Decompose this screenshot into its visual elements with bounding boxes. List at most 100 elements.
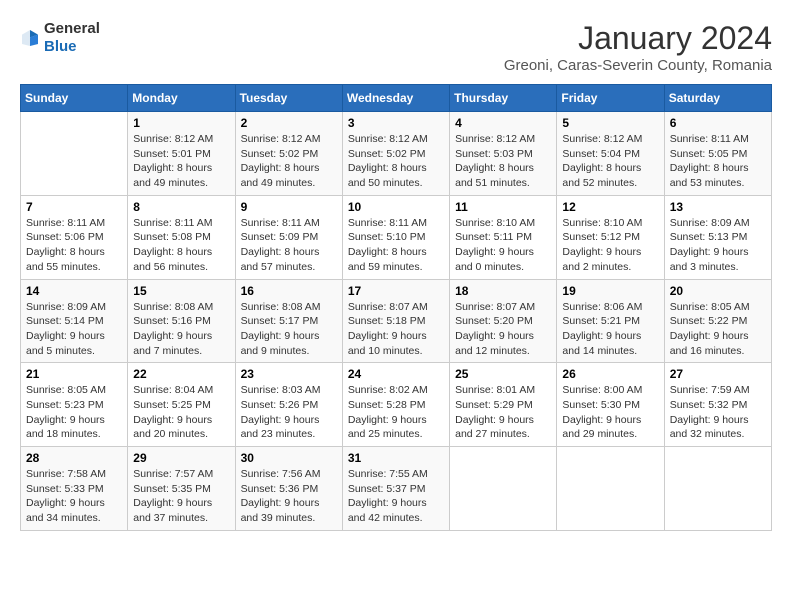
day-number: 7 bbox=[26, 200, 122, 214]
day-number: 16 bbox=[241, 284, 337, 298]
day-number: 24 bbox=[348, 367, 444, 381]
day-info: Sunrise: 8:01 AMSunset: 5:29 PMDaylight:… bbox=[455, 383, 551, 442]
calendar-cell: 31 Sunrise: 7:55 AMSunset: 5:37 PMDayligh… bbox=[342, 447, 449, 531]
day-info: Sunrise: 8:05 AMSunset: 5:23 PMDaylight:… bbox=[26, 383, 122, 442]
calendar-cell: 29 Sunrise: 7:57 AMSunset: 5:35 PMDayligh… bbox=[128, 447, 235, 531]
day-number: 10 bbox=[348, 200, 444, 214]
calendar-cell bbox=[557, 447, 664, 531]
calendar-cell: 21 Sunrise: 8:05 AMSunset: 5:23 PMDayligh… bbox=[21, 363, 128, 447]
calendar-cell: 12 Sunrise: 8:10 AMSunset: 5:12 PMDayligh… bbox=[557, 195, 664, 279]
calendar-cell: 13 Sunrise: 8:09 AMSunset: 5:13 PMDayligh… bbox=[664, 195, 771, 279]
day-info: Sunrise: 8:12 AMSunset: 5:04 PMDaylight:… bbox=[562, 132, 658, 191]
day-info: Sunrise: 8:10 AMSunset: 5:11 PMDaylight:… bbox=[455, 216, 551, 275]
day-info: Sunrise: 8:04 AMSunset: 5:25 PMDaylight:… bbox=[133, 383, 229, 442]
calendar-cell: 22 Sunrise: 8:04 AMSunset: 5:25 PMDayligh… bbox=[128, 363, 235, 447]
calendar-cell: 17Sunrise: 8:07 AMSunset: 5:18 PMDayligh… bbox=[342, 279, 449, 363]
logo-blue: Blue bbox=[44, 38, 77, 55]
column-header-saturday: Saturday bbox=[664, 85, 771, 112]
day-number: 29 bbox=[133, 451, 229, 465]
column-header-wednesday: Wednesday bbox=[342, 85, 449, 112]
day-info: Sunrise: 8:03 AMSunset: 5:26 PMDaylight:… bbox=[241, 383, 337, 442]
day-number: 30 bbox=[241, 451, 337, 465]
day-number: 28 bbox=[26, 451, 122, 465]
calendar-cell: 9Sunrise: 8:11 AMSunset: 5:09 PMDaylight… bbox=[235, 195, 342, 279]
day-number: 18 bbox=[455, 284, 551, 298]
calendar-cell: 1Sunrise: 8:12 AMSunset: 5:01 PMDaylight… bbox=[128, 112, 235, 196]
calendar-cell: 23Sunrise: 8:03 AMSunset: 5:26 PMDayligh… bbox=[235, 363, 342, 447]
day-number: 5 bbox=[562, 116, 658, 130]
day-info: Sunrise: 8:11 AMSunset: 5:10 PMDaylight:… bbox=[348, 216, 444, 275]
calendar-cell: 26Sunrise: 8:00 AMSunset: 5:30 PMDayligh… bbox=[557, 363, 664, 447]
day-number: 21 bbox=[26, 367, 122, 381]
logo-text: General Blue bbox=[44, 20, 100, 56]
day-info: Sunrise: 8:07 AMSunset: 5:20 PMDaylight:… bbox=[455, 300, 551, 359]
day-number: 19 bbox=[562, 284, 658, 298]
calendar-cell: 18 Sunrise: 8:07 AMSunset: 5:20 PMDayligh… bbox=[450, 279, 557, 363]
column-header-monday: Monday bbox=[128, 85, 235, 112]
day-info: Sunrise: 8:07 AMSunset: 5:18 PMDaylight:… bbox=[348, 300, 444, 359]
column-header-sunday: Sunday bbox=[21, 85, 128, 112]
day-info: Sunrise: 8:11 AMSunset: 5:08 PMDaylight:… bbox=[133, 216, 229, 275]
column-header-friday: Friday bbox=[557, 85, 664, 112]
calendar-cell: 11 Sunrise: 8:10 AMSunset: 5:11 PMDayligh… bbox=[450, 195, 557, 279]
month-title: January 2024 bbox=[504, 20, 772, 57]
subtitle: Greoni, Caras-Severin County, Romania bbox=[504, 57, 772, 74]
day-number: 20 bbox=[670, 284, 766, 298]
day-info: Sunrise: 7:57 AMSunset: 5:35 PMDaylight:… bbox=[133, 467, 229, 526]
day-number: 6 bbox=[670, 116, 766, 130]
day-info: Sunrise: 7:58 AMSunset: 5:33 PMDaylight:… bbox=[26, 467, 122, 526]
day-number: 2 bbox=[241, 116, 337, 130]
day-info: Sunrise: 8:10 AMSunset: 5:12 PMDaylight:… bbox=[562, 216, 658, 275]
day-number: 4 bbox=[455, 116, 551, 130]
calendar-week-1: 1Sunrise: 8:12 AMSunset: 5:01 PMDaylight… bbox=[21, 112, 772, 196]
calendar-week-5: 28 Sunrise: 7:58 AMSunset: 5:33 PMDayligh… bbox=[21, 447, 772, 531]
day-info: Sunrise: 7:56 AMSunset: 5:36 PMDaylight:… bbox=[241, 467, 337, 526]
day-number: 12 bbox=[562, 200, 658, 214]
day-info: Sunrise: 8:12 AMSunset: 5:02 PMDaylight:… bbox=[241, 132, 337, 191]
calendar-week-3: 14Sunrise: 8:09 AMSunset: 5:14 PMDayligh… bbox=[21, 279, 772, 363]
day-number: 1 bbox=[133, 116, 229, 130]
calendar-cell: 28 Sunrise: 7:58 AMSunset: 5:33 PMDayligh… bbox=[21, 447, 128, 531]
calendar-cell: 27 Sunrise: 7:59 AMSunset: 5:32 PMDayligh… bbox=[664, 363, 771, 447]
calendar-cell: 15Sunrise: 8:08 AMSunset: 5:16 PMDayligh… bbox=[128, 279, 235, 363]
title-area: January 2024 Greoni, Caras-Severin Count… bbox=[504, 20, 772, 74]
calendar-cell: 25Sunrise: 8:01 AMSunset: 5:29 PMDayligh… bbox=[450, 363, 557, 447]
day-info: Sunrise: 8:12 AMSunset: 5:02 PMDaylight:… bbox=[348, 132, 444, 191]
calendar-cell: 14Sunrise: 8:09 AMSunset: 5:14 PMDayligh… bbox=[21, 279, 128, 363]
calendar-table: SundayMondayTuesdayWednesdayThursdayFrid… bbox=[20, 84, 772, 531]
day-info: Sunrise: 8:11 AMSunset: 5:09 PMDaylight:… bbox=[241, 216, 337, 275]
calendar-cell: 16 Sunrise: 8:08 AMSunset: 5:17 PMDayligh… bbox=[235, 279, 342, 363]
day-info: Sunrise: 8:06 AMSunset: 5:21 PMDaylight:… bbox=[562, 300, 658, 359]
day-info: Sunrise: 8:08 AMSunset: 5:16 PMDaylight:… bbox=[133, 300, 229, 359]
logo: General Blue bbox=[20, 20, 100, 56]
day-info: Sunrise: 8:02 AMSunset: 5:28 PMDaylight:… bbox=[348, 383, 444, 442]
calendar-week-4: 21 Sunrise: 8:05 AMSunset: 5:23 PMDayligh… bbox=[21, 363, 772, 447]
calendar-cell: 20 Sunrise: 8:05 AMSunset: 5:22 PMDayligh… bbox=[664, 279, 771, 363]
calendar-cell: 24 Sunrise: 8:02 AMSunset: 5:28 PMDayligh… bbox=[342, 363, 449, 447]
day-number: 27 bbox=[670, 367, 766, 381]
day-info: Sunrise: 7:59 AMSunset: 5:32 PMDaylight:… bbox=[670, 383, 766, 442]
day-number: 22 bbox=[133, 367, 229, 381]
day-number: 31 bbox=[348, 451, 444, 465]
day-info: Sunrise: 8:09 AMSunset: 5:13 PMDaylight:… bbox=[670, 216, 766, 275]
day-info: Sunrise: 7:55 AMSunset: 5:37 PMDaylight:… bbox=[348, 467, 444, 526]
day-info: Sunrise: 8:08 AMSunset: 5:17 PMDaylight:… bbox=[241, 300, 337, 359]
day-number: 3 bbox=[348, 116, 444, 130]
column-header-tuesday: Tuesday bbox=[235, 85, 342, 112]
calendar-cell: 4 Sunrise: 8:12 AMSunset: 5:03 PMDaylight… bbox=[450, 112, 557, 196]
calendar-cell: 2 Sunrise: 8:12 AMSunset: 5:02 PMDaylight… bbox=[235, 112, 342, 196]
day-info: Sunrise: 8:12 AMSunset: 5:03 PMDaylight:… bbox=[455, 132, 551, 191]
calendar-cell: 3 Sunrise: 8:12 AMSunset: 5:02 PMDaylight… bbox=[342, 112, 449, 196]
logo-general: General bbox=[44, 20, 100, 37]
day-info: Sunrise: 8:11 AMSunset: 5:05 PMDaylight:… bbox=[670, 132, 766, 191]
day-info: Sunrise: 8:09 AMSunset: 5:14 PMDaylight:… bbox=[26, 300, 122, 359]
day-number: 8 bbox=[133, 200, 229, 214]
calendar-cell bbox=[450, 447, 557, 531]
calendar-cell: 5 Sunrise: 8:12 AMSunset: 5:04 PMDaylight… bbox=[557, 112, 664, 196]
calendar-cell: 6 Sunrise: 8:11 AMSunset: 5:05 PMDaylight… bbox=[664, 112, 771, 196]
day-number: 11 bbox=[455, 200, 551, 214]
day-info: Sunrise: 8:05 AMSunset: 5:22 PMDaylight:… bbox=[670, 300, 766, 359]
day-number: 13 bbox=[670, 200, 766, 214]
day-number: 26 bbox=[562, 367, 658, 381]
calendar-cell bbox=[664, 447, 771, 531]
